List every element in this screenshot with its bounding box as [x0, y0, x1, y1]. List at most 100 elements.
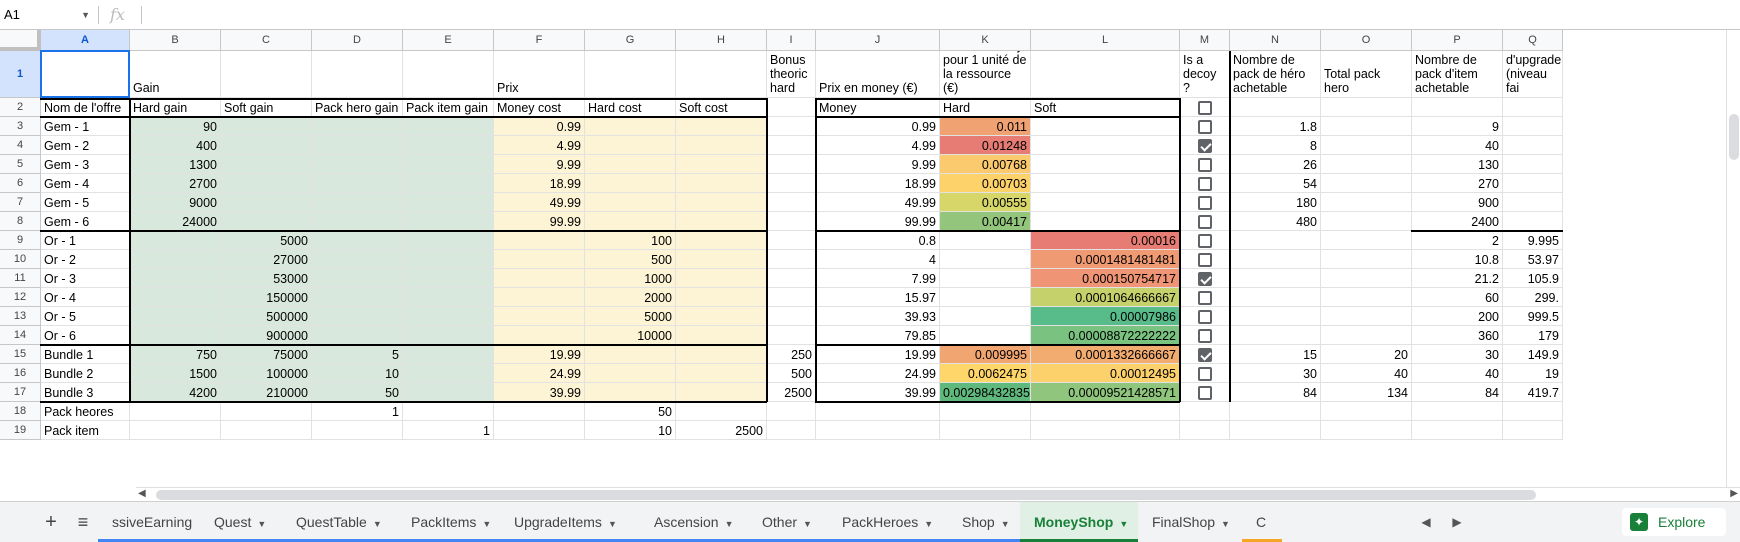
- decoy-checkbox-cell[interactable]: [1180, 288, 1230, 307]
- chevron-down-icon[interactable]: ▼: [924, 519, 933, 529]
- column-header-a[interactable]: A: [41, 30, 130, 51]
- table-cell[interactable]: [816, 421, 940, 440]
- row-header-5[interactable]: 5: [0, 155, 41, 174]
- table-cell[interactable]: [1031, 402, 1180, 421]
- offer-name-cell[interactable]: Gem - 5: [41, 193, 130, 212]
- table-cell[interactable]: [585, 193, 676, 212]
- table-cell[interactable]: 5000: [221, 231, 312, 250]
- table-cell[interactable]: [1321, 136, 1412, 155]
- table-cell[interactable]: 2700: [130, 174, 221, 193]
- table-cell[interactable]: [221, 155, 312, 174]
- decoy-checkbox-cell[interactable]: [1180, 269, 1230, 288]
- row-header-3[interactable]: 3: [0, 117, 41, 136]
- table-cell[interactable]: 0.0001064666667: [1031, 288, 1180, 307]
- table-cell[interactable]: 0.011: [940, 117, 1031, 136]
- header-cell-o[interactable]: Total pack hero: [1321, 51, 1412, 98]
- table-cell[interactable]: 500: [585, 250, 676, 269]
- checkbox[interactable]: [1197, 176, 1212, 191]
- table-cell[interactable]: [767, 174, 816, 193]
- table-cell[interactable]: 54: [1230, 174, 1321, 193]
- table-cell[interactable]: 250: [767, 345, 816, 364]
- table-cell[interactable]: [1412, 402, 1503, 421]
- table-cell[interactable]: [676, 155, 767, 174]
- table-cell[interactable]: [940, 402, 1031, 421]
- table-cell[interactable]: [676, 193, 767, 212]
- table-cell[interactable]: 0.00555: [940, 193, 1031, 212]
- table-cell[interactable]: [1321, 193, 1412, 212]
- table-cell[interactable]: 49.99: [816, 193, 940, 212]
- offer-name-cell[interactable]: Pack item: [41, 421, 130, 440]
- table-cell[interactable]: [221, 421, 312, 440]
- column-header-o[interactable]: O: [1321, 30, 1412, 51]
- offer-name-cell[interactable]: Gem - 3: [41, 155, 130, 174]
- table-cell[interactable]: [1321, 174, 1412, 193]
- checkbox[interactable]: [1197, 100, 1212, 115]
- table-cell[interactable]: [221, 193, 312, 212]
- checkbox-checked[interactable]: [1197, 271, 1212, 286]
- table-cell[interactable]: 0.00008872222222: [1031, 326, 1180, 345]
- table-cell[interactable]: [1503, 402, 1563, 421]
- subheader-cell-p[interactable]: [1412, 98, 1503, 117]
- table-cell[interactable]: 30: [1412, 345, 1503, 364]
- table-cell[interactable]: [1031, 212, 1180, 231]
- table-cell[interactable]: [767, 250, 816, 269]
- header-cell-c[interactable]: [221, 51, 312, 98]
- table-cell[interactable]: [312, 288, 403, 307]
- header-cell-l[interactable]: [1031, 51, 1180, 98]
- table-cell[interactable]: [494, 231, 585, 250]
- table-cell[interactable]: [940, 421, 1031, 440]
- subheader-cell-h[interactable]: Soft cost: [676, 98, 767, 117]
- subheader-cell-q[interactable]: [1503, 98, 1563, 117]
- table-cell[interactable]: 4200: [130, 383, 221, 402]
- decoy-checkbox-cell[interactable]: [1180, 193, 1230, 212]
- table-cell[interactable]: [312, 421, 403, 440]
- table-cell[interactable]: [403, 364, 494, 383]
- table-cell[interactable]: [130, 421, 221, 440]
- row-header-14[interactable]: 14: [0, 326, 41, 345]
- table-cell[interactable]: 20: [1321, 345, 1412, 364]
- table-cell[interactable]: [312, 193, 403, 212]
- header-cell-n[interactable]: Nombre de pack de héro achetable: [1230, 51, 1321, 98]
- table-cell[interactable]: 39.99: [816, 383, 940, 402]
- chevron-down-icon[interactable]: ▼: [1001, 519, 1010, 529]
- table-cell[interactable]: 1: [312, 402, 403, 421]
- table-cell[interactable]: [130, 231, 221, 250]
- table-cell[interactable]: [130, 326, 221, 345]
- table-cell[interactable]: 5: [312, 345, 403, 364]
- table-cell[interactable]: [1503, 421, 1563, 440]
- scroll-right-icon[interactable]: ▶: [1730, 488, 1738, 499]
- table-cell[interactable]: 500: [767, 364, 816, 383]
- column-header-k[interactable]: K: [940, 30, 1031, 51]
- table-cell[interactable]: [767, 117, 816, 136]
- table-cell[interactable]: 9: [1412, 117, 1503, 136]
- table-cell[interactable]: [676, 288, 767, 307]
- table-cell[interactable]: [1230, 231, 1321, 250]
- table-cell[interactable]: [312, 136, 403, 155]
- table-cell[interactable]: [130, 307, 221, 326]
- row-header-15[interactable]: 15: [0, 345, 41, 364]
- table-cell[interactable]: 419.7: [1503, 383, 1563, 402]
- table-cell[interactable]: 79.85: [816, 326, 940, 345]
- column-header-j[interactable]: J: [816, 30, 940, 51]
- table-cell[interactable]: 130: [1412, 155, 1503, 174]
- table-cell[interactable]: 10000: [585, 326, 676, 345]
- table-cell[interactable]: [676, 250, 767, 269]
- spreadsheet-grid[interactable]: A B C D E F G H I J K L M N O P Q 1 2 3 4 5 6 7 8 9 10 11 12 13 14 15 16…: [0, 30, 1726, 487]
- row-header-1[interactable]: 1: [0, 51, 41, 98]
- table-cell[interactable]: [403, 307, 494, 326]
- table-cell[interactable]: 10: [312, 364, 403, 383]
- table-cell[interactable]: 15: [1230, 345, 1321, 364]
- table-cell[interactable]: [1230, 402, 1321, 421]
- table-cell[interactable]: [221, 117, 312, 136]
- table-cell[interactable]: [403, 117, 494, 136]
- table-cell[interactable]: 0.00768: [940, 155, 1031, 174]
- offer-name-cell[interactable]: Or - 4: [41, 288, 130, 307]
- table-cell[interactable]: [1230, 250, 1321, 269]
- table-cell[interactable]: 18.99: [494, 174, 585, 193]
- table-cell[interactable]: [1230, 307, 1321, 326]
- table-cell[interactable]: [1180, 421, 1230, 440]
- chevron-down-icon[interactable]: ▼: [81, 4, 90, 26]
- table-cell[interactable]: [494, 307, 585, 326]
- table-cell[interactable]: [403, 193, 494, 212]
- offer-name-cell[interactable]: Or - 5: [41, 307, 130, 326]
